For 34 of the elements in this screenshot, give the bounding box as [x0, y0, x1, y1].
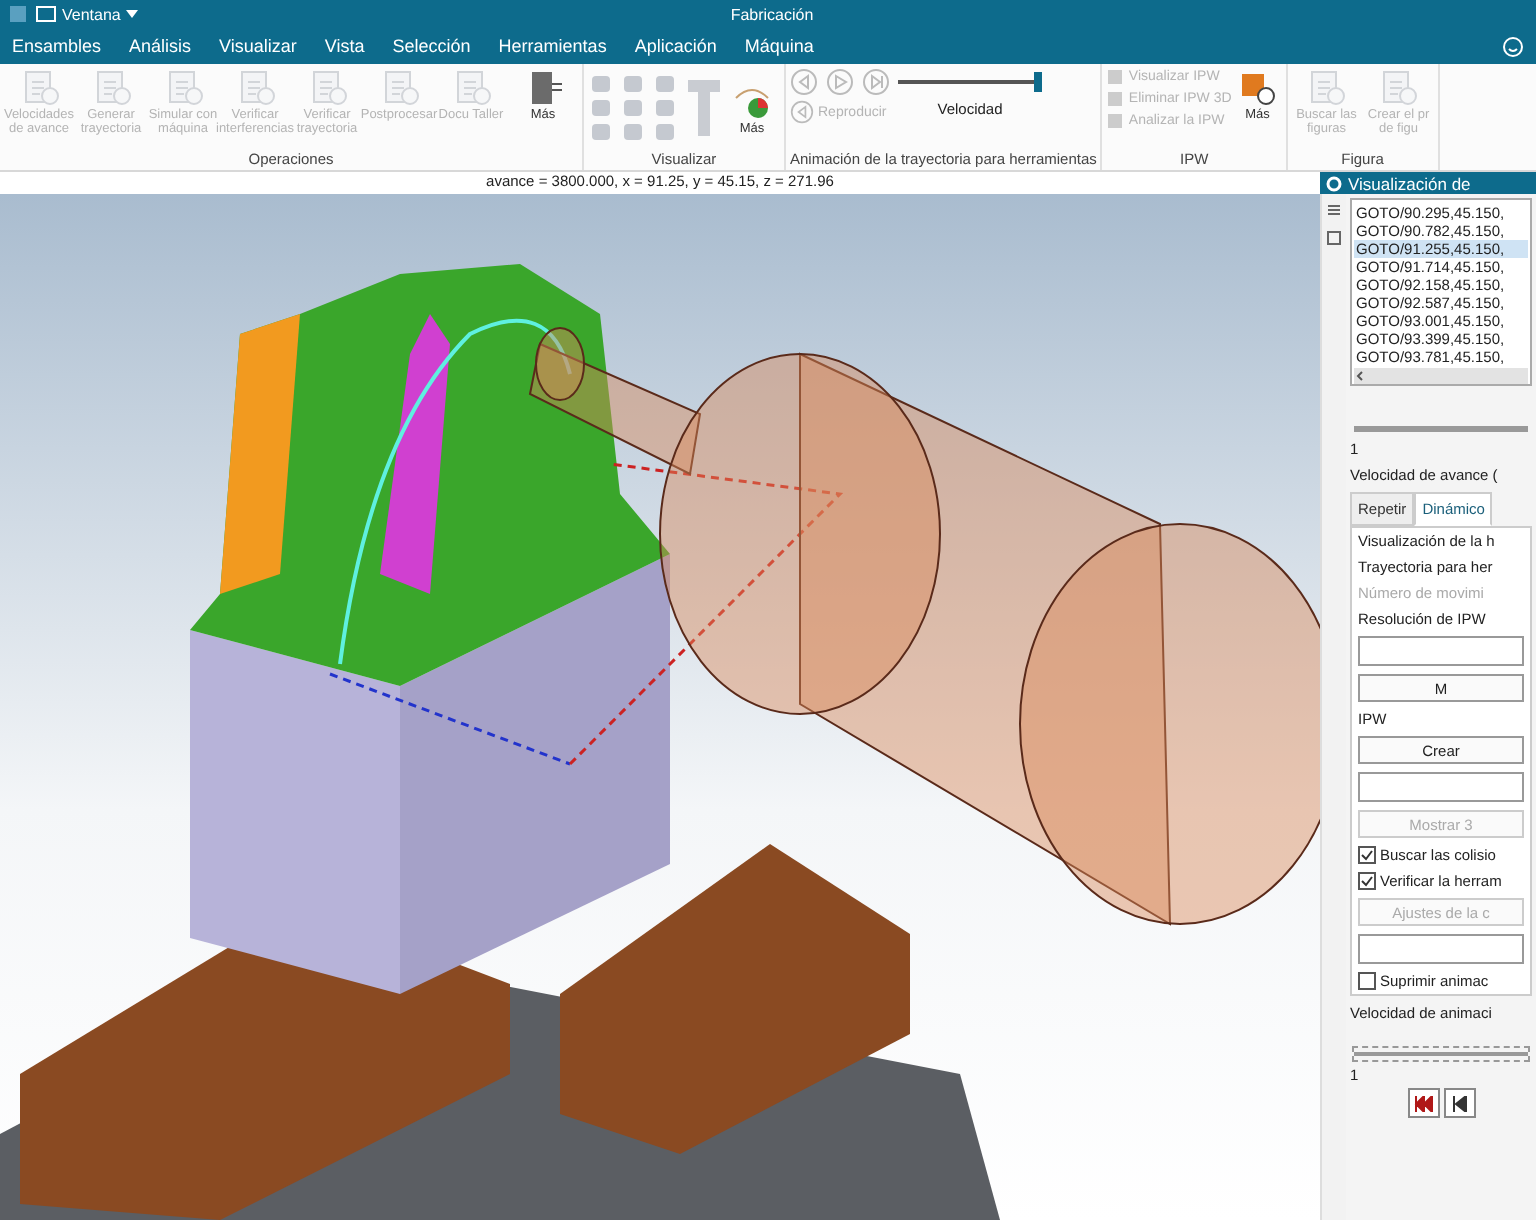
checkbox[interactable] [1358, 872, 1376, 890]
first-button[interactable] [1407, 1088, 1439, 1118]
prev-icon[interactable] [790, 68, 818, 96]
back-icon [790, 100, 814, 124]
caret-icon[interactable] [126, 10, 139, 18]
menu-item[interactable]: Visualizar [219, 36, 325, 56]
window-icon [36, 6, 56, 22]
back-button[interactable] [1443, 1088, 1475, 1118]
step-back-icon [1451, 1095, 1467, 1111]
animation-slider[interactable] [1352, 1046, 1530, 1062]
panel-title: Visualización de [1348, 173, 1471, 193]
next-icon[interactable] [862, 68, 890, 96]
menu-item[interactable]: Aplicación [634, 36, 745, 56]
menu-item[interactable]: Herramientas [498, 36, 635, 56]
menu-item[interactable]: Análisis [129, 36, 220, 56]
input-field[interactable] [1358, 772, 1524, 802]
play-icon[interactable] [826, 68, 854, 96]
menu-item[interactable]: Ensambles [12, 36, 130, 56]
menu-item[interactable]: Máquina [744, 36, 842, 56]
app-icon [8, 4, 28, 24]
smiley-icon[interactable] [1502, 35, 1524, 57]
input-field[interactable] [1358, 636, 1524, 666]
input-field[interactable] [1358, 934, 1524, 964]
menu-item[interactable]: Selección [392, 36, 499, 56]
slider-thumb[interactable] [1034, 72, 1042, 92]
checkbox[interactable] [1358, 972, 1376, 990]
page-icon[interactable] [1326, 230, 1342, 246]
checkbox[interactable] [1358, 846, 1376, 864]
horizontal-scrollbar[interactable] [1354, 368, 1528, 384]
list-icon[interactable] [1326, 202, 1342, 218]
skip-back-icon [1413, 1095, 1433, 1111]
window-menu[interactable]: Ventana [62, 5, 121, 23]
menu-item[interactable]: Vista [324, 36, 393, 56]
window-title: Fabricación [730, 5, 814, 23]
